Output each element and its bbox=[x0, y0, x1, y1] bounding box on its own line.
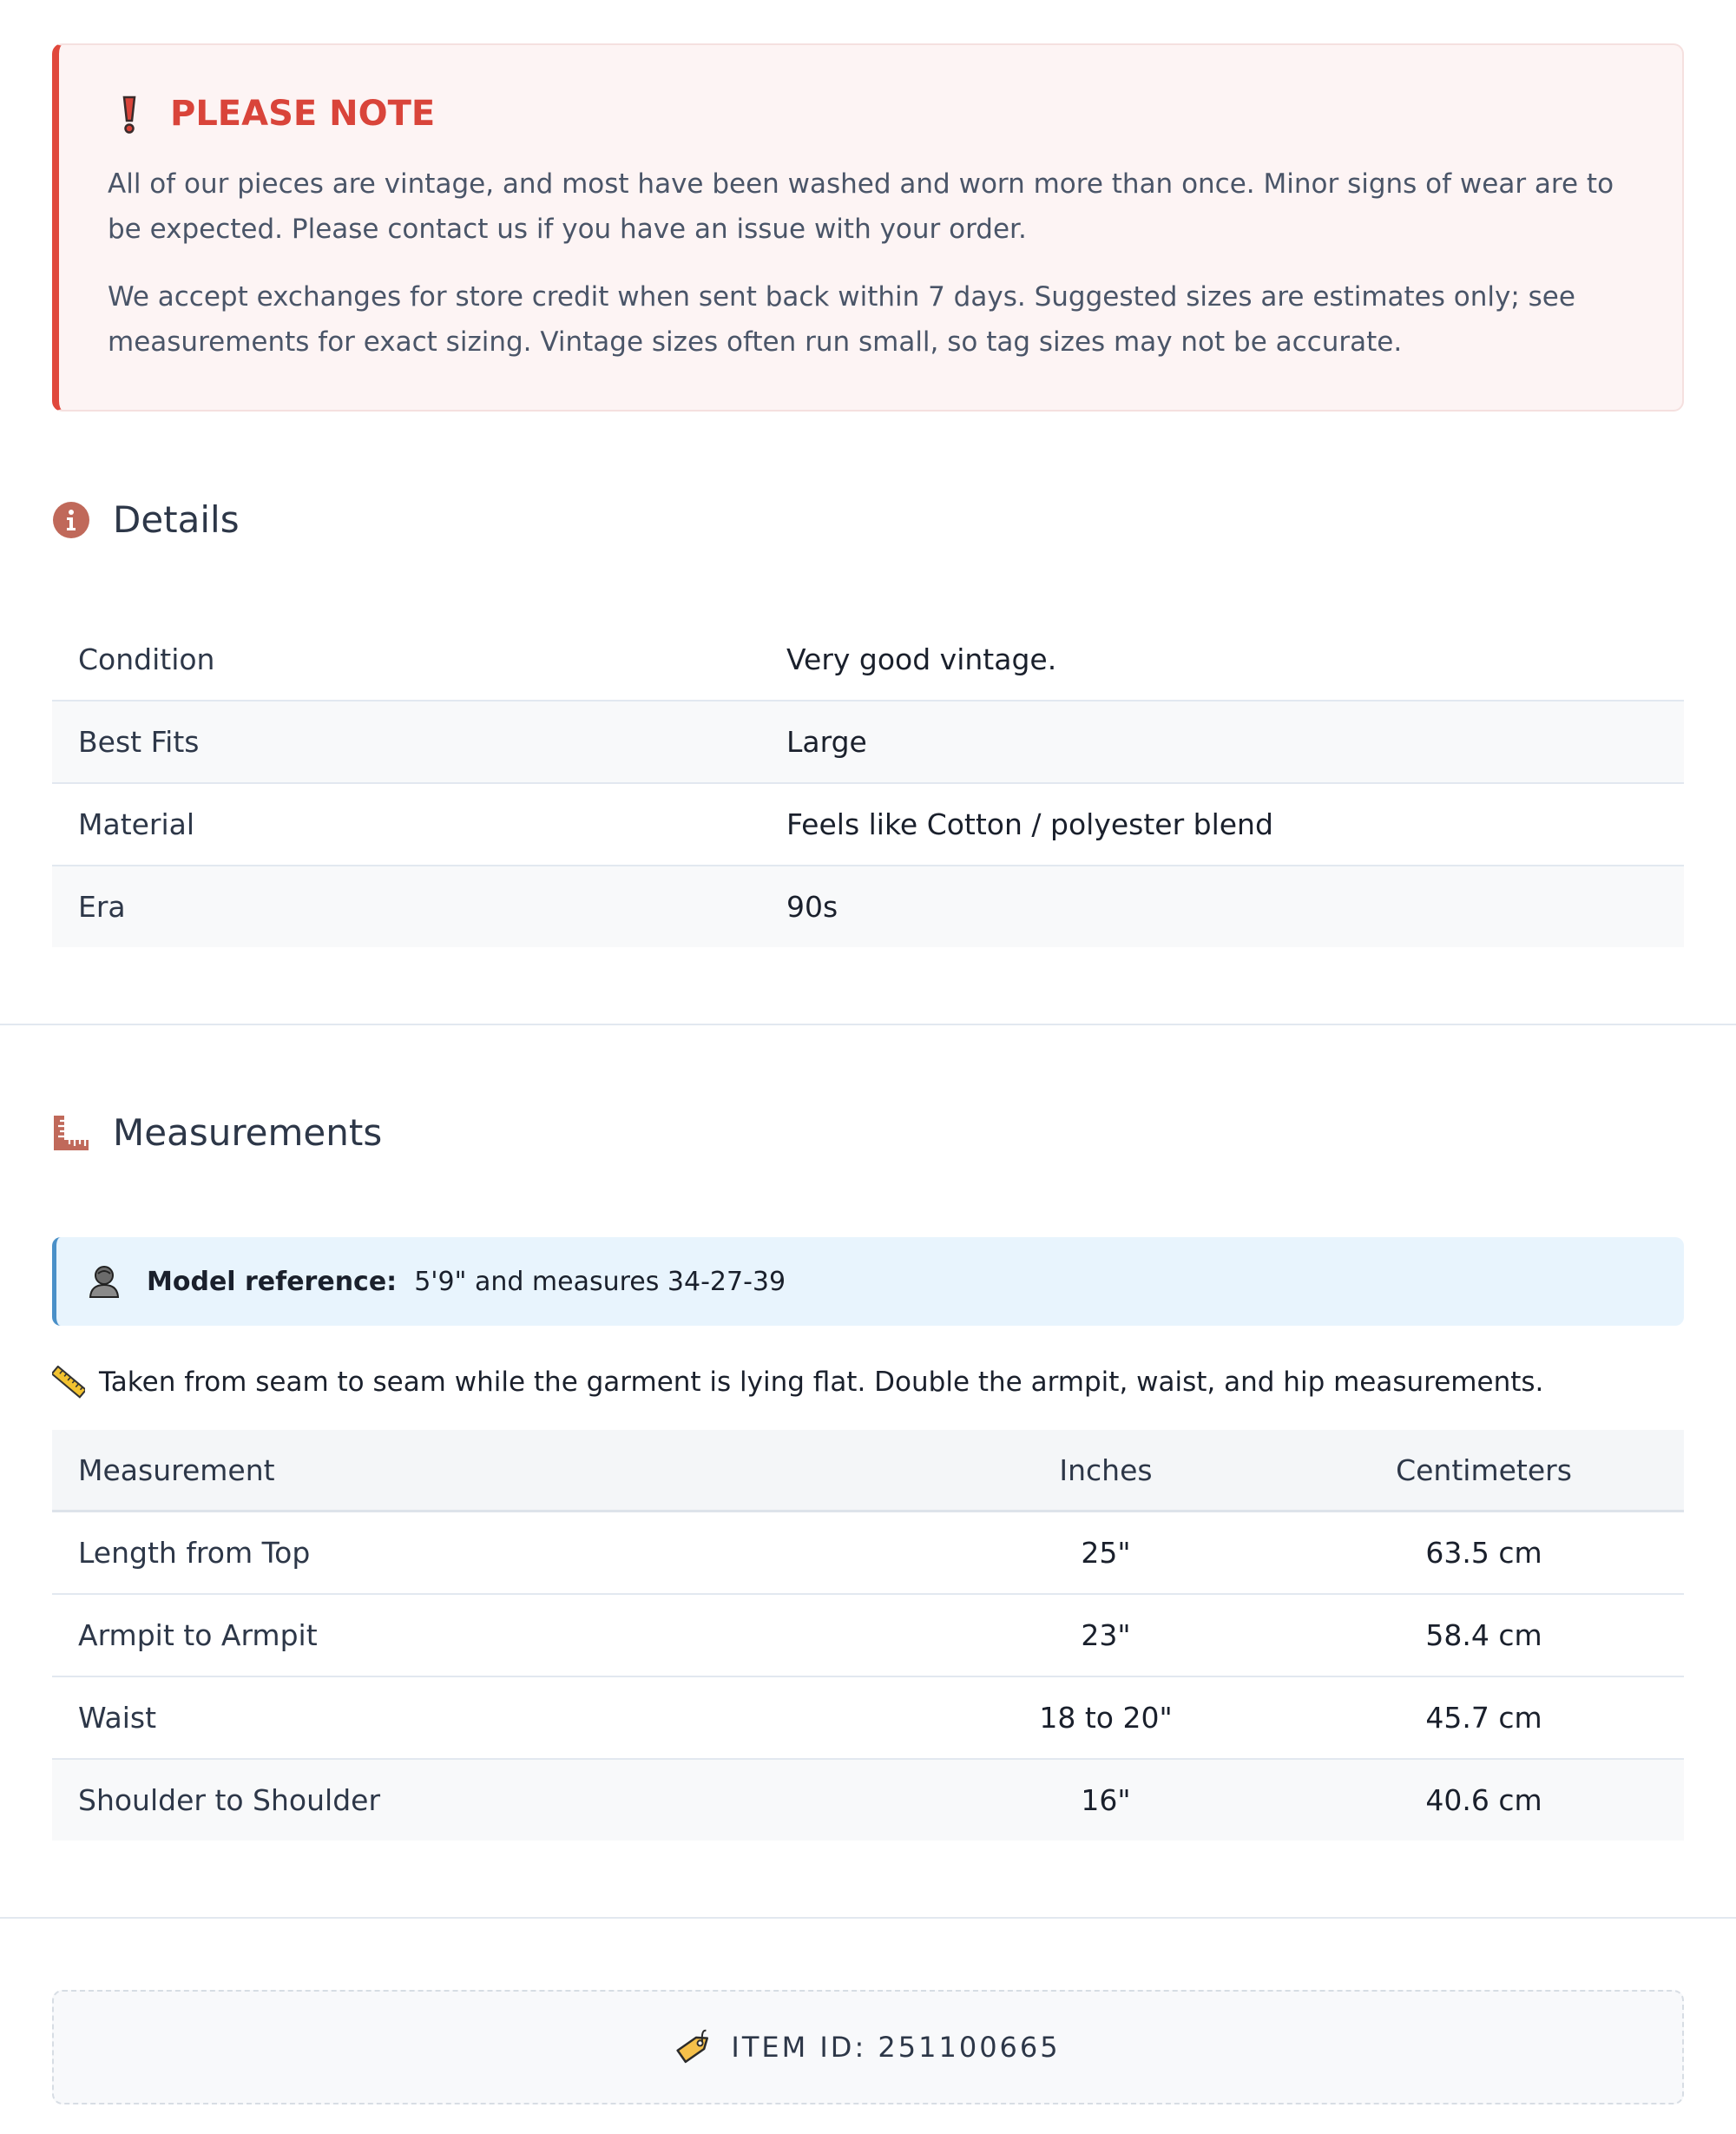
measurement-note: Taken from seam to seam while the garmen… bbox=[52, 1366, 1684, 1399]
details-title: Details bbox=[113, 498, 240, 541]
details-row: Best Fits Large bbox=[52, 701, 1684, 784]
measurement-inches: 23" bbox=[1081, 1618, 1131, 1652]
details-header: Details bbox=[52, 498, 1684, 541]
tag-icon bbox=[676, 2029, 709, 2064]
measurement-inches: 16" bbox=[1081, 1783, 1131, 1817]
product-info-page: PLEASE NOTE All of our pieces are vintag… bbox=[0, 0, 1736, 947]
column-header-centimeters: Centimeters bbox=[1396, 1452, 1572, 1487]
measurement-note-text: Taken from seam to seam while the garmen… bbox=[99, 1367, 1544, 1398]
notice-paragraph-2: We accept exchanges for store credit whe… bbox=[108, 281, 1575, 358]
model-reference-value: 5'9" and measures 34-27-39 bbox=[414, 1266, 786, 1297]
details-label: Condition bbox=[78, 642, 215, 676]
notice-title: PLEASE NOTE bbox=[108, 92, 1635, 135]
measurements-section: Measurements Model reference: 5'9" and m… bbox=[0, 1111, 1736, 1841]
info-icon bbox=[53, 501, 89, 538]
table-row: Length from Top 25" 63.5 cm bbox=[52, 1512, 1684, 1595]
notice-paragraph-1: All of our pieces are vintage, and most … bbox=[108, 168, 1614, 245]
details-value: Very good vintage. bbox=[786, 642, 1057, 676]
model-reference-box: Model reference: 5'9" and measures 34-27… bbox=[52, 1237, 1684, 1326]
exclamation-icon bbox=[122, 96, 136, 134]
measurement-cm: 58.4 cm bbox=[1425, 1618, 1542, 1652]
section-divider bbox=[0, 1024, 1736, 1025]
details-label: Era bbox=[78, 890, 126, 924]
measurements-table: Measurement Inches Centimeters Length fr… bbox=[52, 1430, 1684, 1841]
section-divider bbox=[0, 1917, 1736, 1919]
details-label: Best Fits bbox=[78, 725, 200, 759]
details-value: 90s bbox=[786, 890, 838, 924]
measurements-title: Measurements bbox=[113, 1111, 383, 1154]
measurement-inches: 18 to 20" bbox=[1039, 1701, 1173, 1735]
measurements-header: Measurements bbox=[52, 1111, 1684, 1154]
ruler-icon bbox=[54, 1115, 89, 1150]
item-id-text: ITEM ID: 251100665 bbox=[731, 2031, 1061, 2064]
measurements-table-header: Measurement Inches Centimeters bbox=[52, 1430, 1684, 1512]
table-row: Armpit to Armpit 23" 58.4 cm bbox=[52, 1595, 1684, 1677]
straight-ruler-icon bbox=[52, 1366, 85, 1399]
measurement-name: Waist bbox=[78, 1701, 157, 1735]
details-row: Condition Very good vintage. bbox=[52, 619, 1684, 701]
measurement-name: Length from Top bbox=[78, 1536, 311, 1570]
measurement-cm: 40.6 cm bbox=[1425, 1783, 1542, 1817]
details-row: Material Feels like Cotton / polyester b… bbox=[52, 784, 1684, 866]
details-row: Era 90s bbox=[52, 866, 1684, 947]
item-id-box: ITEM ID: 251100665 bbox=[52, 1990, 1684, 2104]
measurement-name: Armpit to Armpit bbox=[78, 1618, 318, 1652]
person-icon bbox=[89, 1266, 120, 1298]
column-header-inches: Inches bbox=[1059, 1452, 1153, 1487]
table-row: Shoulder to Shoulder 16" 40.6 cm bbox=[52, 1760, 1684, 1841]
item-id-section: ITEM ID: 251100665 bbox=[0, 1990, 1736, 2104]
details-value: Feels like Cotton / polyester blend bbox=[786, 807, 1273, 841]
please-note-box: PLEASE NOTE All of our pieces are vintag… bbox=[52, 43, 1684, 412]
details-label: Material bbox=[78, 807, 195, 841]
notice-title-text: PLEASE NOTE bbox=[170, 94, 436, 134]
measurement-name: Shoulder to Shoulder bbox=[78, 1783, 381, 1817]
table-row: Waist 18 to 20" 45.7 cm bbox=[52, 1677, 1684, 1760]
measurement-inches: 25" bbox=[1081, 1536, 1131, 1570]
measurement-cm: 45.7 cm bbox=[1425, 1701, 1542, 1735]
details-value: Large bbox=[786, 725, 867, 759]
measurement-cm: 63.5 cm bbox=[1425, 1536, 1542, 1570]
model-reference-label: Model reference: bbox=[147, 1266, 398, 1297]
column-header-measurement: Measurement bbox=[78, 1452, 275, 1487]
details-table: Condition Very good vintage. Best Fits L… bbox=[52, 619, 1684, 947]
